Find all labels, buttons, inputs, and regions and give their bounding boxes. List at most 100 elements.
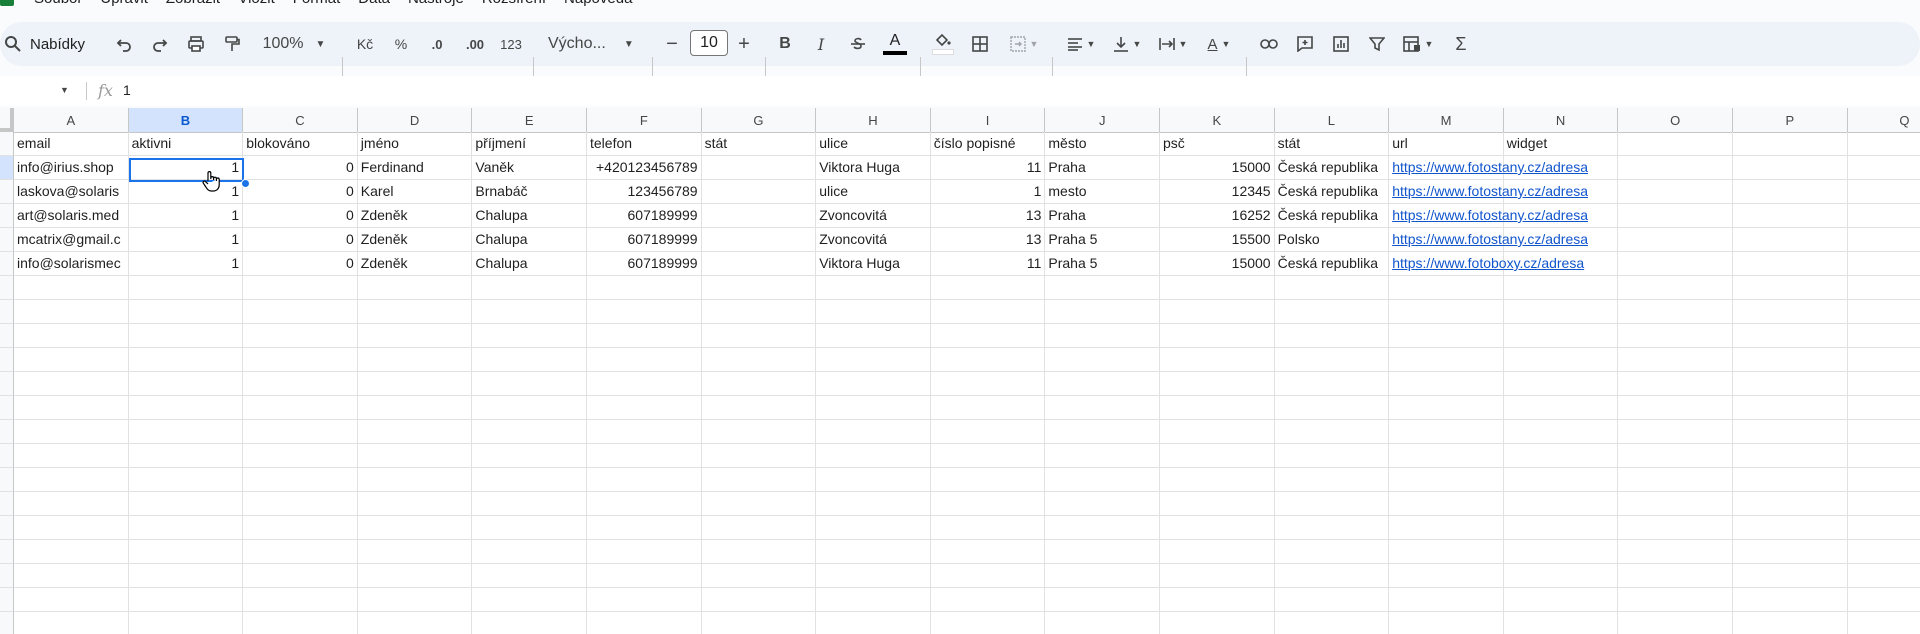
header-cell[interactable]: stát (1275, 132, 1389, 155)
header-cell[interactable]: ulice (816, 132, 930, 155)
text-color-button[interactable]: A (882, 22, 908, 66)
table-cell[interactable]: 1 (129, 252, 243, 275)
column-header-n[interactable]: N (1504, 108, 1619, 132)
increase-decimal-button[interactable]: .00 (460, 22, 490, 66)
table-cell[interactable]: 0 (243, 180, 357, 203)
row-header[interactable] (0, 348, 14, 372)
row-header[interactable] (0, 324, 14, 348)
name-box[interactable]: ▼ (0, 76, 80, 106)
table-cell[interactable]: Česká republika (1275, 156, 1389, 179)
column-header-a[interactable]: A (14, 108, 129, 132)
functions-button[interactable]: Σ (1448, 22, 1474, 66)
table-cell[interactable]: Praha 5 (1045, 228, 1159, 251)
header-cell[interactable]: blokováno (243, 132, 357, 155)
table-cell[interactable]: Zdeněk (358, 204, 472, 227)
text-wrapping-button[interactable]: ▼ (1154, 22, 1192, 66)
table-cell[interactable]: 15000 (1160, 252, 1274, 275)
table-cell[interactable]: Zdeněk (358, 252, 472, 275)
filter-views-button[interactable]: ▼ (1398, 22, 1438, 66)
table-cell[interactable]: ulice (816, 180, 930, 203)
table-cell[interactable]: Praha (1045, 156, 1159, 179)
column-header-g[interactable]: G (702, 108, 817, 132)
row-header[interactable] (0, 252, 14, 276)
table-cell[interactable]: 123456789 (587, 180, 701, 203)
column-header-i[interactable]: I (931, 108, 1046, 132)
more-formats-button[interactable]: 123 (498, 22, 524, 66)
row-header[interactable] (0, 372, 14, 396)
table-cell[interactable]: laskova@solaris (14, 180, 128, 203)
header-cell[interactable]: telefon (587, 132, 701, 155)
table-cell[interactable]: 15000 (1160, 156, 1274, 179)
font-size-input[interactable]: 10 (690, 30, 728, 56)
font-select[interactable]: Výcho... ▼ (548, 22, 644, 66)
percent-format-button[interactable]: % (390, 22, 412, 66)
menu-item[interactable]: Soubor (34, 0, 82, 7)
table-cell[interactable]: Česká republika (1275, 204, 1389, 227)
column-header-p[interactable]: P (1733, 108, 1848, 132)
menu-item[interactable]: Zobrazit (166, 0, 220, 7)
column-header-l[interactable]: L (1275, 108, 1390, 132)
column-header-m[interactable]: M (1389, 108, 1504, 132)
table-cell[interactable]: 1 (129, 228, 243, 251)
strikethrough-button[interactable] (846, 22, 870, 66)
decrease-decimal-button[interactable]: .0 (424, 22, 450, 66)
header-cell[interactable]: číslo popisné (931, 132, 1045, 155)
table-cell[interactable]: 11 (931, 156, 1045, 179)
table-cell[interactable]: 13 (931, 228, 1045, 251)
table-cell[interactable]: 0 (243, 228, 357, 251)
table-cell[interactable]: Chalupa (472, 228, 586, 251)
text-rotation-button[interactable]: A ▼ (1200, 22, 1238, 66)
table-cell[interactable]: 0 (243, 156, 357, 179)
create-filter-button[interactable] (1364, 22, 1390, 66)
column-header-f[interactable]: F (587, 108, 702, 132)
table-cell[interactable]: Vaněk (472, 156, 586, 179)
table-cell[interactable]: 0 (243, 252, 357, 275)
row-header[interactable] (0, 396, 14, 420)
column-header-b[interactable]: B (128, 108, 244, 132)
table-cell[interactable]: mcatrix@gmail.c (14, 228, 128, 251)
table-cell[interactable]: info@solarismec (14, 252, 128, 275)
table-cell[interactable]: Chalupa (472, 252, 586, 275)
table-cell[interactable]: Zdeněk (358, 228, 472, 251)
column-header-c[interactable]: C (243, 108, 358, 132)
table-cell[interactable]: Brnabáč (472, 180, 586, 203)
header-cell[interactable]: url (1389, 132, 1503, 155)
table-cell[interactable]: 13 (931, 204, 1045, 227)
row-header[interactable] (0, 516, 14, 540)
fill-handle[interactable] (241, 179, 250, 188)
column-header-d[interactable]: D (358, 108, 473, 132)
header-cell[interactable]: psč (1160, 132, 1274, 155)
row-header[interactable] (0, 420, 14, 444)
table-cell[interactable]: 15500 (1160, 228, 1274, 251)
table-cell[interactable]: mesto (1045, 180, 1159, 203)
spreadsheet-grid[interactable]: ABCDEFGHIJKLMNOPQ email aktivni blokováno j… (0, 108, 1920, 634)
table-cell[interactable]: Viktora Huga (816, 156, 930, 179)
insert-chart-button[interactable] (1328, 22, 1354, 66)
header-cell[interactable]: jméno (358, 132, 472, 155)
url-link-cell[interactable]: https://www.fotostany.cz/adresa (1389, 156, 1588, 179)
bold-button[interactable]: B (774, 22, 796, 66)
row-header[interactable] (0, 564, 14, 588)
url-link-cell[interactable]: https://www.fotostany.cz/adresa (1389, 204, 1588, 227)
borders-button[interactable] (968, 22, 992, 66)
header-cell[interactable]: aktivni (129, 132, 243, 155)
insert-link-button[interactable] (1256, 22, 1282, 66)
table-cell[interactable]: Karel (358, 180, 472, 203)
header-cell[interactable]: email (14, 132, 128, 155)
table-cell[interactable]: 607189999 (587, 228, 701, 251)
table-cell[interactable]: Ferdinand (358, 156, 472, 179)
row-header[interactable] (0, 156, 14, 180)
table-cell[interactable]: Chalupa (472, 204, 586, 227)
insert-comment-button[interactable] (1292, 22, 1318, 66)
header-cell[interactable]: stát (702, 132, 816, 155)
table-cell[interactable]: Česká republika (1275, 252, 1389, 275)
menu-item[interactable]: Formát (293, 0, 341, 7)
table-cell[interactable]: Zvoncovitá (816, 204, 930, 227)
header-cell[interactable]: příjmení (472, 132, 586, 155)
fill-color-button[interactable] (930, 22, 956, 66)
column-header-h[interactable]: H (816, 108, 931, 132)
undo-button[interactable] (112, 22, 136, 66)
url-link-cell[interactable]: https://www.fotostany.cz/adresa (1389, 180, 1588, 203)
vertical-align-button[interactable]: ▼ (1108, 22, 1146, 66)
table-cell[interactable]: +420123456789 (587, 156, 701, 179)
